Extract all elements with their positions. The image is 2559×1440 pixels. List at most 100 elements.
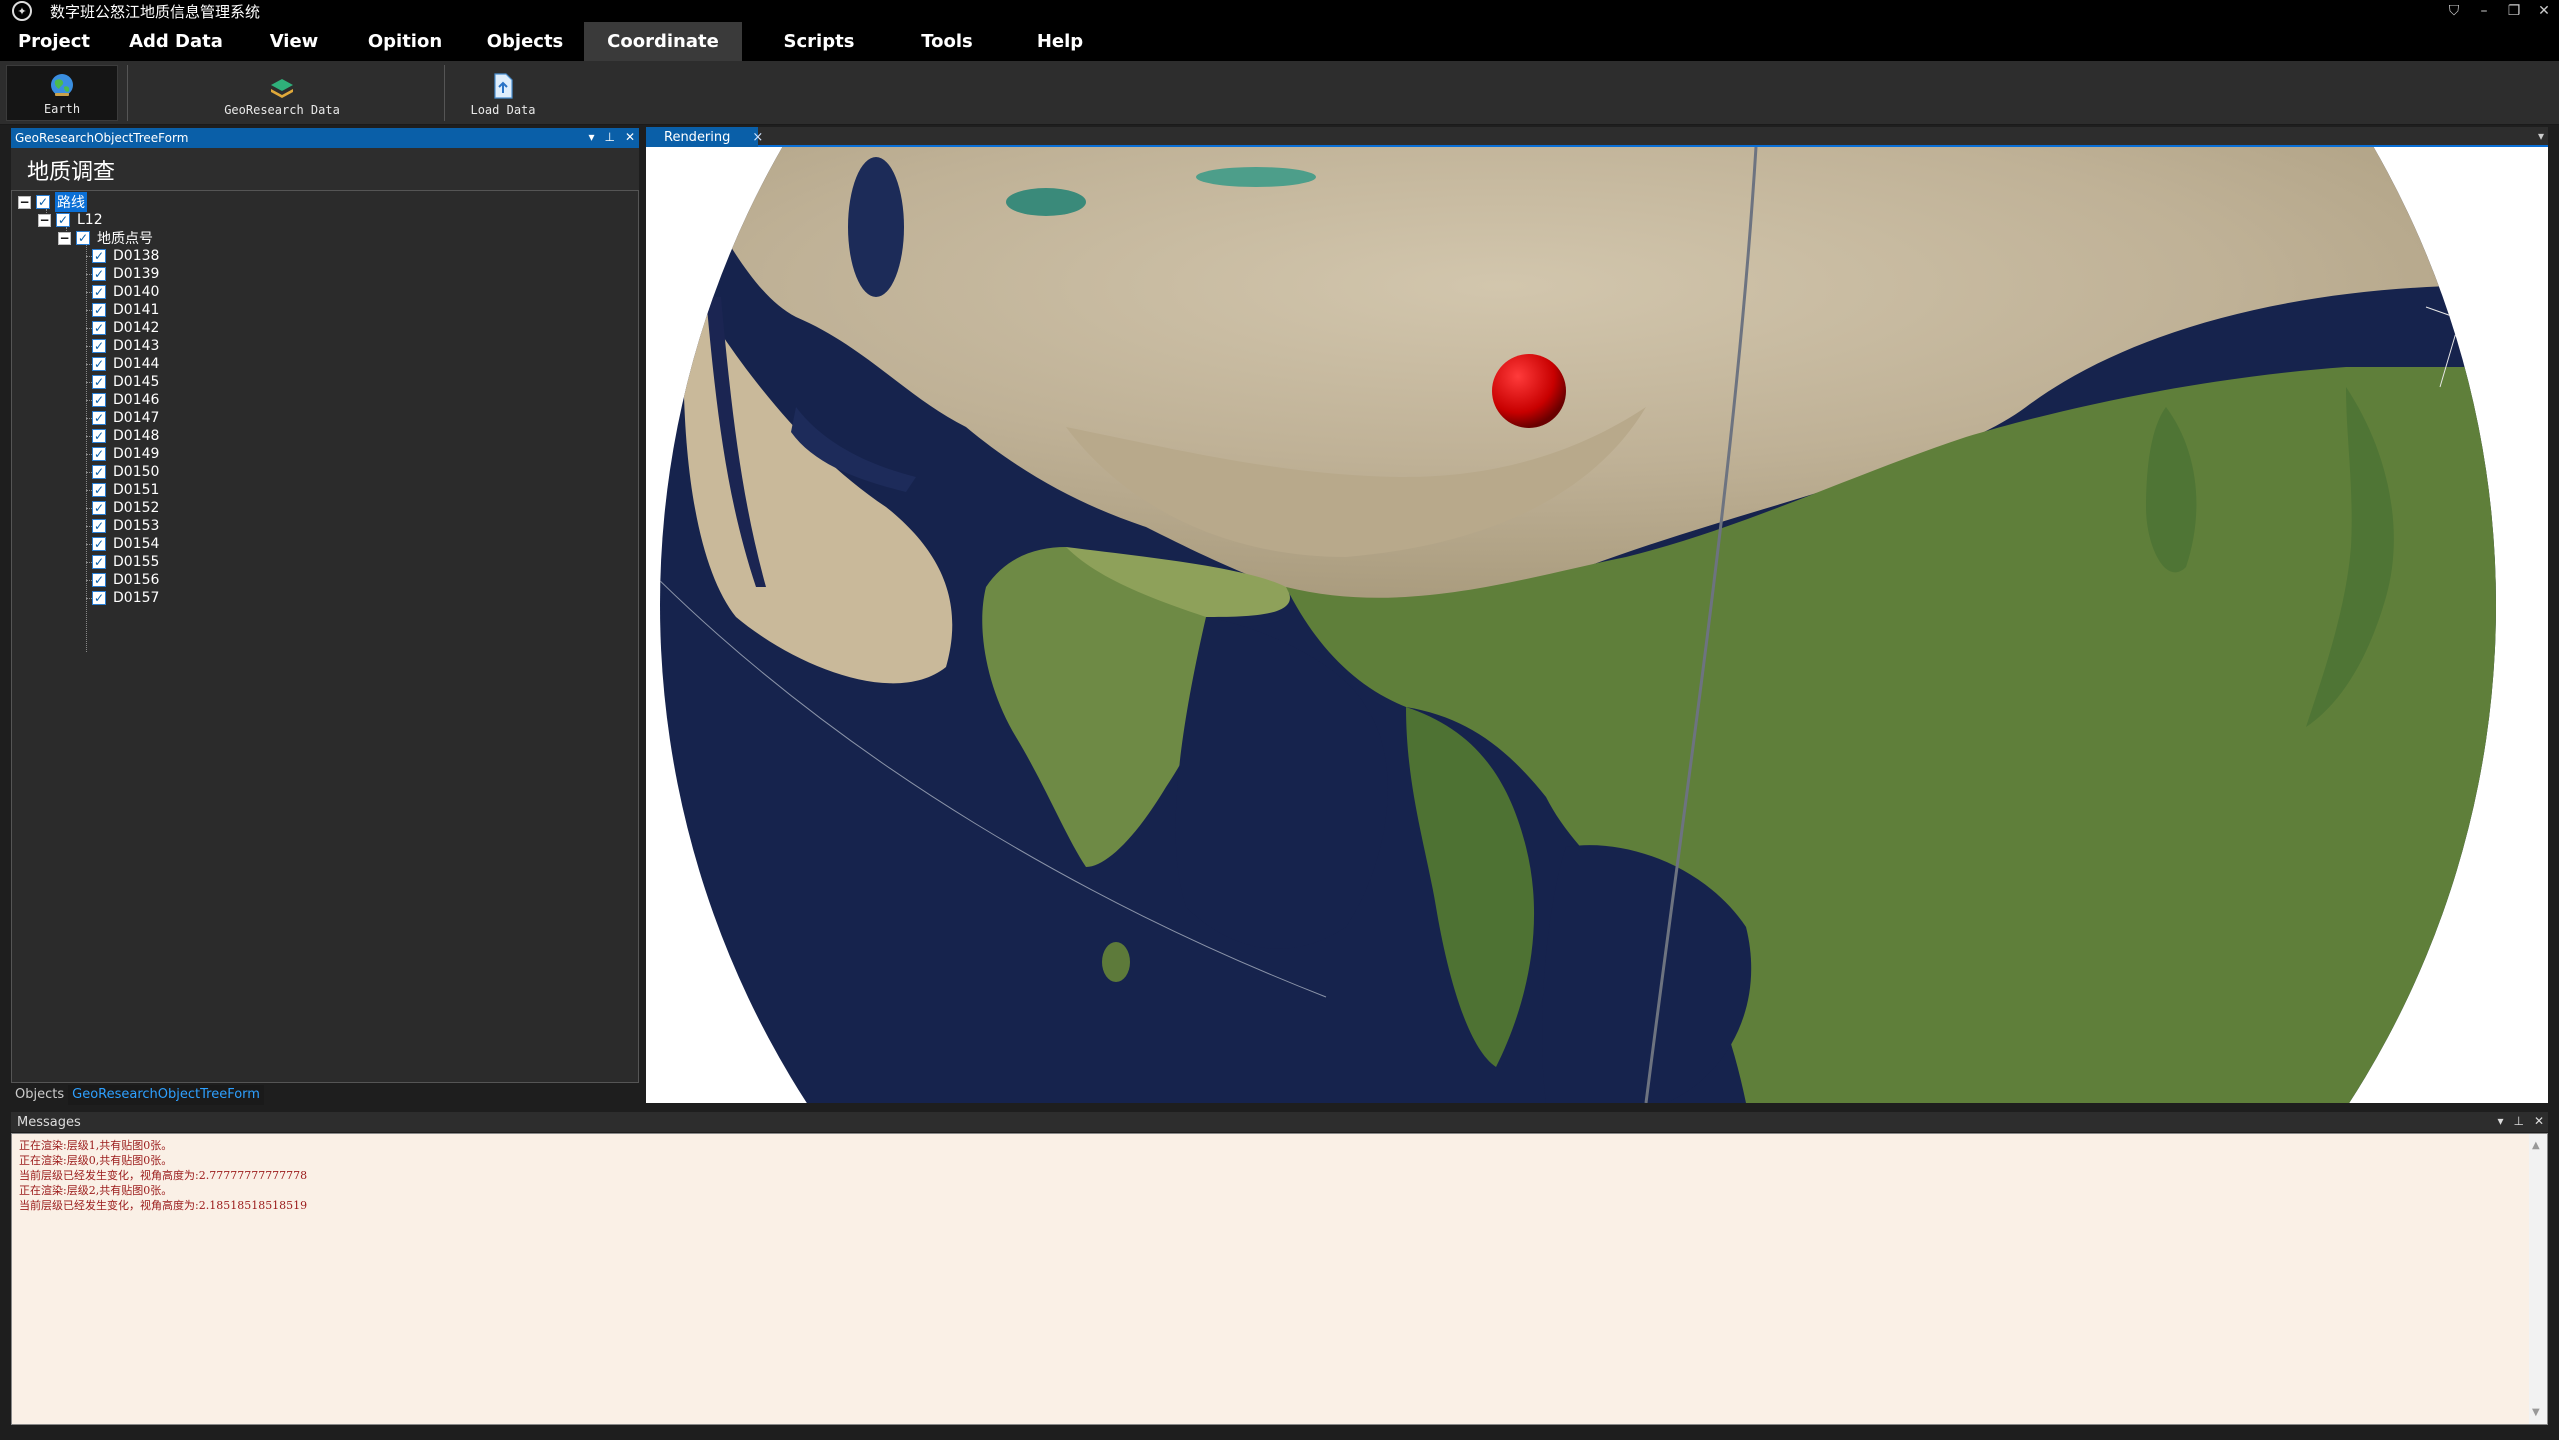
tree-node-label[interactable]: 地质点号 — [95, 228, 155, 248]
tree-node-label[interactable]: D0145 — [111, 374, 161, 390]
tree-node-label[interactable]: D0143 — [111, 338, 161, 354]
tree-node-label[interactable]: 路线 — [55, 192, 87, 212]
menu-opition[interactable]: Opition — [344, 22, 466, 61]
tree-node-label[interactable]: D0151 — [111, 482, 161, 498]
checkbox-checked-icon[interactable]: ✓ — [92, 483, 106, 497]
checkbox-checked-icon[interactable]: ✓ — [92, 267, 106, 281]
checkbox-checked-icon[interactable]: ✓ — [56, 213, 70, 227]
checkbox-checked-icon[interactable]: ✓ — [76, 231, 90, 245]
menu-view[interactable]: View — [244, 22, 344, 61]
close-button[interactable]: ✕ — [2535, 2, 2553, 20]
checkbox-checked-icon[interactable]: ✓ — [92, 411, 106, 425]
tree-node-point[interactable]: ✓ D0155 — [86, 553, 161, 571]
checkbox-checked-icon[interactable]: ✓ — [92, 519, 106, 533]
checkbox-checked-icon[interactable]: ✓ — [92, 321, 106, 335]
tree-node-label[interactable]: D0138 — [111, 248, 161, 264]
tree-node-root[interactable]: − ✓ 路线 — [18, 192, 87, 212]
tree-node-point[interactable]: ✓ D0140 — [86, 283, 161, 301]
tree-node-label[interactable]: D0155 — [111, 554, 161, 570]
checkbox-checked-icon[interactable]: ✓ — [92, 249, 106, 263]
close-tab-icon[interactable]: × — [752, 130, 763, 145]
menu-project[interactable]: Project — [0, 22, 108, 61]
menu-objects[interactable]: Objects — [466, 22, 584, 61]
messages-log[interactable]: 正在渲染:层级1,共有贴图0张。 正在渲染:层级0,共有贴图0张。 当前层级已经… — [11, 1133, 2548, 1425]
checkbox-checked-icon[interactable]: ✓ — [92, 537, 106, 551]
tree-node-label[interactable]: D0153 — [111, 518, 161, 534]
skin-icon[interactable]: ⛉ — [2445, 2, 2463, 20]
tree-node-point[interactable]: ✓ D0153 — [86, 517, 161, 535]
messages-dropdown-icon[interactable]: ▾ — [2497, 1114, 2503, 1128]
georesearch-data-button[interactable]: GeoResearch Data — [212, 65, 352, 121]
collapse-icon[interactable]: − — [58, 231, 71, 245]
menu-scripts[interactable]: Scripts — [742, 22, 896, 61]
checkbox-checked-icon[interactable]: ✓ — [92, 393, 106, 407]
checkbox-checked-icon[interactable]: ✓ — [92, 429, 106, 443]
tree-node-point[interactable]: ✓ D0152 — [86, 499, 161, 517]
collapse-icon[interactable]: − — [38, 213, 51, 227]
tree-node-group[interactable]: − ✓ 地质点号 — [58, 229, 155, 247]
minimize-button[interactable]: – — [2475, 2, 2493, 20]
menu-coordinate[interactable]: Coordinate — [584, 22, 742, 61]
tree-node-label[interactable]: D0146 — [111, 392, 161, 408]
tree-node-point[interactable]: ✓ D0143 — [86, 337, 161, 355]
tree-node-line[interactable]: − ✓ L12 — [38, 211, 105, 229]
tree-node-point[interactable]: ✓ D0139 — [86, 265, 161, 283]
geo-point-marker[interactable] — [1492, 354, 1566, 428]
tree-node-point[interactable]: ✓ D0151 — [86, 481, 161, 499]
checkbox-checked-icon[interactable]: ✓ — [92, 375, 106, 389]
checkbox-checked-icon[interactable]: ✓ — [92, 357, 106, 371]
tree-node-label[interactable]: D0149 — [111, 446, 161, 462]
tree-node-label[interactable]: D0140 — [111, 284, 161, 300]
checkbox-checked-icon[interactable]: ✓ — [36, 195, 50, 209]
tree-node-point[interactable]: ✓ D0147 — [86, 409, 161, 427]
checkbox-checked-icon[interactable]: ✓ — [92, 447, 106, 461]
checkbox-checked-icon[interactable]: ✓ — [92, 555, 106, 569]
menu-help[interactable]: Help — [998, 22, 1122, 61]
tree-node-label[interactable]: D0139 — [111, 266, 161, 282]
tab-objects[interactable]: Objects — [11, 1085, 68, 1105]
tree-node-label[interactable]: D0154 — [111, 536, 161, 552]
tree-node-label[interactable]: D0152 — [111, 500, 161, 516]
checkbox-checked-icon[interactable]: ✓ — [92, 303, 106, 317]
tree-node-point[interactable]: ✓ D0144 — [86, 355, 161, 373]
checkbox-checked-icon[interactable]: ✓ — [92, 465, 106, 479]
collapse-icon[interactable]: − — [18, 195, 31, 209]
tree-node-label[interactable]: D0156 — [111, 572, 161, 588]
messages-close-icon[interactable]: ✕ — [2534, 1114, 2544, 1128]
globe-viewport[interactable] — [646, 147, 2548, 1103]
load-data-button[interactable]: Load Data — [460, 65, 546, 121]
tree-node-point[interactable]: ✓ D0154 — [86, 535, 161, 553]
menu-add-data[interactable]: Add Data — [108, 22, 244, 61]
tree-node-point[interactable]: ✓ D0157 — [86, 589, 161, 607]
checkbox-checked-icon[interactable]: ✓ — [92, 285, 106, 299]
tree-node-point[interactable]: ✓ D0146 — [86, 391, 161, 409]
tab-list-dropdown-icon[interactable]: ▾ — [2538, 129, 2544, 143]
tree-node-point[interactable]: ✓ D0145 — [86, 373, 161, 391]
tree-node-label[interactable]: D0150 — [111, 464, 161, 480]
tree-node-label[interactable]: D0142 — [111, 320, 161, 336]
panel-dropdown-icon[interactable]: ▾ — [588, 130, 594, 144]
messages-pin-icon[interactable]: ⊥ — [2513, 1114, 2523, 1128]
checkbox-checked-icon[interactable]: ✓ — [92, 573, 106, 587]
panel-close-icon[interactable]: ✕ — [625, 130, 635, 144]
tree-node-point[interactable]: ✓ D0141 — [86, 301, 161, 319]
earth-button[interactable]: Earth — [6, 65, 118, 121]
tree-node-point[interactable]: ✓ D0138 — [86, 247, 161, 265]
tree-node-label[interactable]: D0148 — [111, 428, 161, 444]
tree-node-label[interactable]: D0147 — [111, 410, 161, 426]
tree-node-point[interactable]: ✓ D0150 — [86, 463, 161, 481]
tab-rendering[interactable]: Rendering × — [646, 127, 763, 147]
scroll-down-icon[interactable]: ▼ — [2532, 1407, 2540, 1418]
tree-node-label[interactable]: D0157 — [111, 590, 161, 606]
checkbox-checked-icon[interactable]: ✓ — [92, 501, 106, 515]
panel-pin-icon[interactable]: ⊥ — [604, 130, 614, 144]
tab-georesearch-tree[interactable]: GeoResearchObjectTreeForm — [68, 1085, 264, 1105]
messages-scrollbar[interactable]: ▲ ▼ — [2529, 1134, 2547, 1424]
tree-node-point[interactable]: ✓ D0148 — [86, 427, 161, 445]
restore-button[interactable]: ❐ — [2505, 2, 2523, 20]
tree-node-label[interactable]: L12 — [75, 212, 105, 228]
checkbox-checked-icon[interactable]: ✓ — [92, 339, 106, 353]
checkbox-checked-icon[interactable]: ✓ — [92, 591, 106, 605]
tree-node-point[interactable]: ✓ D0142 — [86, 319, 161, 337]
menu-tools[interactable]: Tools — [896, 22, 998, 61]
